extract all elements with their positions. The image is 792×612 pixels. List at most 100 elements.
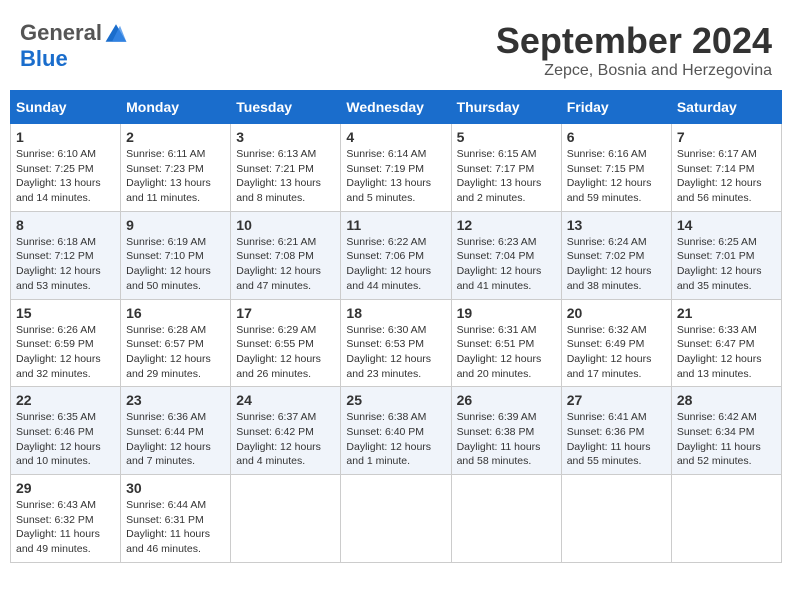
calendar-week-row: 29 Sunrise: 6:43 AMSunset: 6:32 PMDaylig… [11,475,782,563]
table-row: 27 Sunrise: 6:41 AMSunset: 6:36 PMDaylig… [561,387,671,475]
day-info: Sunrise: 6:22 AMSunset: 7:06 PMDaylight:… [346,235,445,294]
calendar-week-row: 15 Sunrise: 6:26 AMSunset: 6:59 PMDaylig… [11,299,782,387]
col-thursday: Thursday [451,91,561,124]
table-row: 26 Sunrise: 6:39 AMSunset: 6:38 PMDaylig… [451,387,561,475]
table-row [671,475,781,563]
logo-container: General [20,20,130,46]
day-info: Sunrise: 6:13 AMSunset: 7:21 PMDaylight:… [236,147,335,206]
title-block: September 2024 Zepce, Bosnia and Herzego… [496,20,772,80]
month-title: September 2024 [496,20,772,62]
day-info: Sunrise: 6:17 AMSunset: 7:14 PMDaylight:… [677,147,776,206]
table-row: 23 Sunrise: 6:36 AMSunset: 6:44 PMDaylig… [121,387,231,475]
day-number: 22 [16,392,115,408]
table-row: 30 Sunrise: 6:44 AMSunset: 6:31 PMDaylig… [121,475,231,563]
table-row: 22 Sunrise: 6:35 AMSunset: 6:46 PMDaylig… [11,387,121,475]
day-number: 14 [677,217,776,233]
logo-general-part: General [20,20,102,46]
day-info: Sunrise: 6:42 AMSunset: 6:34 PMDaylight:… [677,410,776,469]
day-number: 29 [16,480,115,496]
day-info: Sunrise: 6:33 AMSunset: 6:47 PMDaylight:… [677,323,776,382]
day-number: 25 [346,392,445,408]
table-row [231,475,341,563]
table-row: 7 Sunrise: 6:17 AMSunset: 7:14 PMDayligh… [671,124,781,212]
table-row: 25 Sunrise: 6:38 AMSunset: 6:40 PMDaylig… [341,387,451,475]
page-header: General Blue September 2024 Zepce, Bosni… [10,10,782,85]
day-number: 11 [346,217,445,233]
table-row: 18 Sunrise: 6:30 AMSunset: 6:53 PMDaylig… [341,299,451,387]
calendar-week-row: 8 Sunrise: 6:18 AMSunset: 7:12 PMDayligh… [11,211,782,299]
table-row: 9 Sunrise: 6:19 AMSunset: 7:10 PMDayligh… [121,211,231,299]
calendar-week-row: 22 Sunrise: 6:35 AMSunset: 6:46 PMDaylig… [11,387,782,475]
day-info: Sunrise: 6:36 AMSunset: 6:44 PMDaylight:… [126,410,225,469]
day-info: Sunrise: 6:25 AMSunset: 7:01 PMDaylight:… [677,235,776,294]
table-row: 24 Sunrise: 6:37 AMSunset: 6:42 PMDaylig… [231,387,341,475]
table-row: 11 Sunrise: 6:22 AMSunset: 7:06 PMDaylig… [341,211,451,299]
calendar-header-row: Sunday Monday Tuesday Wednesday Thursday… [11,91,782,124]
day-number: 4 [346,129,445,145]
day-number: 2 [126,129,225,145]
table-row: 1 Sunrise: 6:10 AMSunset: 7:25 PMDayligh… [11,124,121,212]
table-row: 12 Sunrise: 6:23 AMSunset: 7:04 PMDaylig… [451,211,561,299]
day-number: 19 [457,305,556,321]
day-number: 13 [567,217,666,233]
day-number: 9 [126,217,225,233]
day-number: 16 [126,305,225,321]
table-row [561,475,671,563]
day-info: Sunrise: 6:37 AMSunset: 6:42 PMDaylight:… [236,410,335,469]
day-info: Sunrise: 6:31 AMSunset: 6:51 PMDaylight:… [457,323,556,382]
day-info: Sunrise: 6:38 AMSunset: 6:40 PMDaylight:… [346,410,445,469]
table-row: 8 Sunrise: 6:18 AMSunset: 7:12 PMDayligh… [11,211,121,299]
day-info: Sunrise: 6:26 AMSunset: 6:59 PMDaylight:… [16,323,115,382]
day-info: Sunrise: 6:16 AMSunset: 7:15 PMDaylight:… [567,147,666,206]
table-row: 15 Sunrise: 6:26 AMSunset: 6:59 PMDaylig… [11,299,121,387]
day-info: Sunrise: 6:11 AMSunset: 7:23 PMDaylight:… [126,147,225,206]
day-info: Sunrise: 6:24 AMSunset: 7:02 PMDaylight:… [567,235,666,294]
table-row: 17 Sunrise: 6:29 AMSunset: 6:55 PMDaylig… [231,299,341,387]
logo: General Blue [20,20,130,72]
day-info: Sunrise: 6:14 AMSunset: 7:19 PMDaylight:… [346,147,445,206]
day-number: 18 [346,305,445,321]
table-row: 5 Sunrise: 6:15 AMSunset: 7:17 PMDayligh… [451,124,561,212]
day-info: Sunrise: 6:28 AMSunset: 6:57 PMDaylight:… [126,323,225,382]
day-number: 26 [457,392,556,408]
col-monday: Monday [121,91,231,124]
day-info: Sunrise: 6:18 AMSunset: 7:12 PMDaylight:… [16,235,115,294]
col-friday: Friday [561,91,671,124]
calendar-week-row: 1 Sunrise: 6:10 AMSunset: 7:25 PMDayligh… [11,124,782,212]
table-row [341,475,451,563]
col-tuesday: Tuesday [231,91,341,124]
day-number: 28 [677,392,776,408]
day-info: Sunrise: 6:29 AMSunset: 6:55 PMDaylight:… [236,323,335,382]
day-info: Sunrise: 6:23 AMSunset: 7:04 PMDaylight:… [457,235,556,294]
location-text: Zepce, Bosnia and Herzegovina [496,62,772,80]
day-info: Sunrise: 6:15 AMSunset: 7:17 PMDaylight:… [457,147,556,206]
col-saturday: Saturday [671,91,781,124]
table-row: 16 Sunrise: 6:28 AMSunset: 6:57 PMDaylig… [121,299,231,387]
day-number: 27 [567,392,666,408]
calendar-table: Sunday Monday Tuesday Wednesday Thursday… [10,90,782,563]
day-info: Sunrise: 6:21 AMSunset: 7:08 PMDaylight:… [236,235,335,294]
day-number: 10 [236,217,335,233]
day-number: 3 [236,129,335,145]
day-number: 20 [567,305,666,321]
table-row: 13 Sunrise: 6:24 AMSunset: 7:02 PMDaylig… [561,211,671,299]
day-number: 15 [16,305,115,321]
day-info: Sunrise: 6:32 AMSunset: 6:49 PMDaylight:… [567,323,666,382]
day-info: Sunrise: 6:19 AMSunset: 7:10 PMDaylight:… [126,235,225,294]
table-row: 3 Sunrise: 6:13 AMSunset: 7:21 PMDayligh… [231,124,341,212]
day-info: Sunrise: 6:35 AMSunset: 6:46 PMDaylight:… [16,410,115,469]
table-row: 29 Sunrise: 6:43 AMSunset: 6:32 PMDaylig… [11,475,121,563]
table-row: 4 Sunrise: 6:14 AMSunset: 7:19 PMDayligh… [341,124,451,212]
day-info: Sunrise: 6:30 AMSunset: 6:53 PMDaylight:… [346,323,445,382]
day-number: 12 [457,217,556,233]
day-number: 6 [567,129,666,145]
day-info: Sunrise: 6:43 AMSunset: 6:32 PMDaylight:… [16,498,115,557]
day-number: 23 [126,392,225,408]
day-number: 5 [457,129,556,145]
day-info: Sunrise: 6:41 AMSunset: 6:36 PMDaylight:… [567,410,666,469]
col-sunday: Sunday [11,91,121,124]
table-row: 20 Sunrise: 6:32 AMSunset: 6:49 PMDaylig… [561,299,671,387]
day-number: 8 [16,217,115,233]
table-row: 28 Sunrise: 6:42 AMSunset: 6:34 PMDaylig… [671,387,781,475]
day-number: 17 [236,305,335,321]
